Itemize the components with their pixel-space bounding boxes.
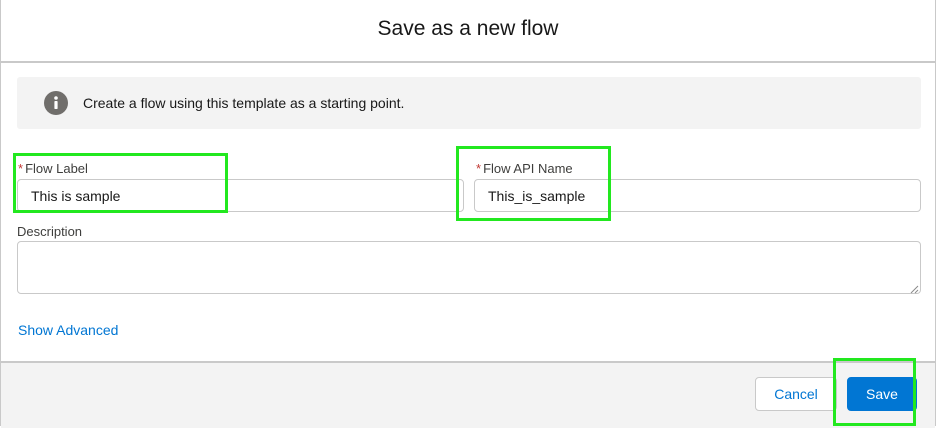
required-marker: * <box>476 161 482 176</box>
modal-title: Save as a new flow <box>377 17 559 40</box>
flow-api-name-input[interactable] <box>474 179 921 212</box>
modal-header: Save as a new flow <box>1 0 935 63</box>
description-label: Description <box>17 224 83 239</box>
cancel-button[interactable]: Cancel <box>755 377 837 411</box>
show-advanced-link[interactable]: Show Advanced <box>18 322 118 338</box>
flow-api-name-label-text: Flow API Name <box>483 161 573 176</box>
required-marker: * <box>18 161 24 176</box>
info-text: Create a flow using this template as a s… <box>83 95 405 111</box>
description-textarea[interactable] <box>17 241 921 294</box>
info-icon <box>44 91 68 115</box>
flow-api-name-label: * Flow API Name <box>476 161 573 176</box>
flow-label-input[interactable] <box>17 179 464 212</box>
resize-grip-icon[interactable] <box>909 281 919 294</box>
save-flow-modal: Save as a new flow Create a flow using t… <box>0 0 936 428</box>
info-banner: Create a flow using this template as a s… <box>17 77 921 129</box>
flow-label-label-text: Flow Label <box>25 161 88 176</box>
save-button[interactable]: Save <box>847 377 917 411</box>
flow-label-label: * Flow Label <box>18 161 88 176</box>
